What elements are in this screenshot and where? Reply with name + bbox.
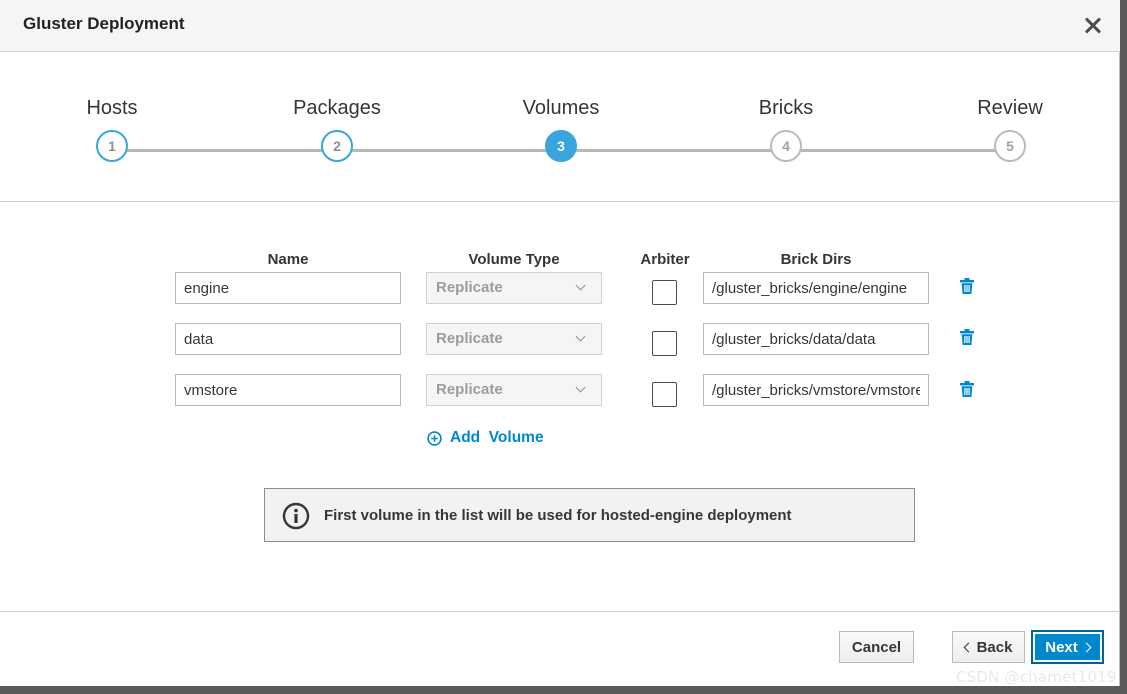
step-hosts[interactable]: Hosts 1: [32, 96, 192, 162]
chevron-left-icon: [963, 642, 974, 652]
volume-type-select[interactable]: Replicate: [426, 323, 602, 355]
chevron-right-icon: [1081, 642, 1092, 652]
step-packages[interactable]: Packages 2: [257, 96, 417, 162]
volume-type-value: Replicate: [436, 279, 503, 296]
dialog-header: Gluster Deployment: [0, 0, 1120, 52]
info-icon: [282, 502, 310, 530]
add-volume-link[interactable]: Add Volume: [427, 428, 544, 448]
column-header-name: Name: [267, 251, 309, 268]
wizard-steps: Hosts 1 Packages 2 Volumes 3 Bricks 4 Re…: [0, 52, 1120, 202]
step-label: Review: [977, 97, 1043, 119]
arbiter-checkbox[interactable]: [652, 280, 677, 305]
step-bricks[interactable]: Bricks 4: [706, 96, 866, 162]
add-volume-label: Add Volume: [450, 429, 544, 446]
trash-icon[interactable]: [960, 381, 974, 397]
window-frame-bottom: [0, 686, 1127, 694]
arbiter-checkbox[interactable]: [652, 382, 677, 407]
close-icon[interactable]: [1080, 12, 1106, 38]
volume-type-select[interactable]: Replicate: [426, 374, 602, 406]
arbiter-checkbox[interactable]: [652, 331, 677, 356]
trash-icon[interactable]: [960, 278, 974, 294]
column-header-volume-type: Volume Type: [468, 251, 560, 268]
watermark: CSDN @chamet1019: [956, 668, 1117, 686]
step-number: 3: [545, 130, 577, 162]
next-button[interactable]: Next: [1032, 631, 1103, 663]
volume-type-value: Replicate: [436, 381, 503, 398]
footer-divider: [0, 611, 1120, 612]
gluster-deployment-dialog: Gluster Deployment Hosts 1 Packages 2 Vo…: [0, 0, 1120, 686]
trash-icon[interactable]: [960, 329, 974, 345]
cancel-label: Cancel: [851, 638, 902, 656]
volume-name-input[interactable]: [175, 323, 401, 355]
step-number: 1: [96, 130, 128, 162]
chevron-down-icon: [575, 280, 586, 291]
info-alert: First volume in the list will be used fo…: [264, 488, 915, 542]
column-header-arbiter: Arbiter: [640, 251, 690, 268]
back-label: Back: [976, 638, 1013, 656]
step-review[interactable]: Review 5: [930, 96, 1090, 162]
dialog-title: Gluster Deployment: [23, 14, 185, 33]
step-label: Hosts: [86, 97, 138, 119]
chevron-down-icon: [575, 382, 586, 393]
step-number: 2: [321, 130, 353, 162]
alert-message: First volume in the list will be used fo…: [324, 507, 792, 524]
step-number: 4: [770, 130, 802, 162]
step-label: Packages: [293, 97, 381, 119]
brick-dir-input[interactable]: [703, 272, 929, 304]
step-number: 5: [994, 130, 1026, 162]
volume-type-value: Replicate: [436, 330, 503, 347]
volume-name-input[interactable]: [175, 272, 401, 304]
brick-dir-input[interactable]: [703, 374, 929, 406]
brick-dir-input[interactable]: [703, 323, 929, 355]
cancel-button[interactable]: Cancel: [839, 631, 914, 663]
plus-circle-icon: [427, 430, 442, 446]
back-button[interactable]: Back: [952, 631, 1025, 663]
chevron-down-icon: [575, 331, 586, 342]
column-header-brick-dirs: Brick Dirs: [780, 251, 852, 268]
step-volumes[interactable]: Volumes 3: [481, 96, 641, 162]
volume-name-input[interactable]: [175, 374, 401, 406]
step-label: Bricks: [758, 97, 814, 119]
next-label: Next: [1045, 638, 1078, 656]
window-frame-right: [1120, 0, 1127, 694]
volume-type-select[interactable]: Replicate: [426, 272, 602, 304]
step-label: Volumes: [522, 97, 600, 119]
